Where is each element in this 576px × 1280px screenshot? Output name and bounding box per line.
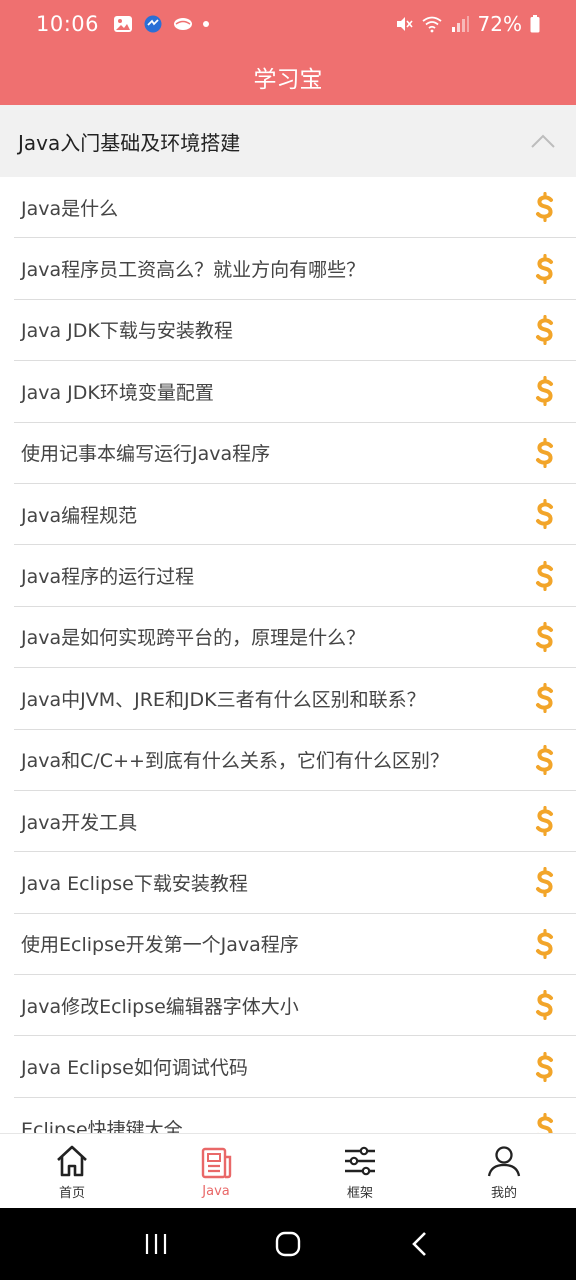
list-item[interactable]: Java程序的运行过程	[14, 545, 576, 607]
section-header[interactable]: Java入门基础及环境搭建	[0, 105, 576, 177]
lesson-list[interactable]: Java是什么 Java程序员工资高么？就业方向有哪些？ Java JDK下载与安装…	[0, 177, 576, 1133]
item-label: Java是什么	[21, 197, 119, 220]
nav-label-java: Java	[202, 1183, 230, 1199]
home-system-button[interactable]	[268, 1224, 308, 1264]
recent-apps-button[interactable]	[136, 1224, 176, 1264]
nav-item-java[interactable]: Java	[144, 1134, 288, 1209]
notification-dot-icon	[203, 21, 210, 27]
dollar-coin-icon	[536, 437, 553, 468]
nav-item-frameworks[interactable]: 框架	[288, 1134, 432, 1209]
list-item[interactable]: Java开发工具	[14, 791, 576, 853]
item-label: Java程序员工资高么？就业方向有哪些？	[21, 259, 366, 282]
chevron-up-icon[interactable]	[530, 133, 556, 149]
item-label: Java中JVM、JRE和JDK三者有什么区别和联系？	[21, 688, 426, 711]
list-item[interactable]: Java程序员工资高么？就业方向有哪些？	[14, 238, 576, 300]
cloud-notification-icon	[174, 18, 193, 30]
list-item[interactable]: Java JDK环境变量配置	[14, 361, 576, 423]
list-item[interactable]: 使用记事本编写运行Java程序	[14, 423, 576, 484]
dollar-coin-icon	[536, 192, 553, 223]
dollar-coin-icon	[536, 867, 553, 898]
list-item[interactable]: Java中JVM、JRE和JDK三者有什么区别和联系？	[14, 668, 576, 730]
dollar-coin-icon	[536, 928, 553, 959]
list-item[interactable]: Java编程规范	[14, 484, 576, 546]
item-label: Java修改Eclipse编辑器字体大小	[21, 995, 299, 1018]
system-nav-bar	[0, 1208, 576, 1280]
status-bar: 10:06 72%	[0, 0, 576, 48]
list-item[interactable]: Java JDK下载与安装教程	[14, 300, 576, 362]
status-right: 72%	[394, 12, 540, 36]
mute-icon	[396, 17, 413, 31]
section-title: Java入门基础及环境搭建	[18, 130, 241, 155]
back-button[interactable]	[400, 1224, 440, 1264]
dollar-coin-icon	[536, 560, 553, 591]
item-label: Java Eclipse如何调试代码	[21, 1057, 248, 1080]
dollar-coin-icon	[536, 314, 553, 345]
list-item[interactable]: 使用Eclipse开发第一个Java程序	[14, 914, 576, 976]
list-item[interactable]: Java Eclipse下载安装教程	[14, 852, 576, 914]
item-label: Java Eclipse下载安装教程	[21, 872, 248, 895]
item-label: Java编程规范	[21, 504, 138, 527]
list-item[interactable]: Java Eclipse如何调试代码	[14, 1036, 576, 1098]
list-item[interactable]: Eclipse快捷键大全	[14, 1098, 576, 1133]
dollar-coin-icon	[536, 621, 553, 652]
nav-label-frameworks: 框架	[346, 1185, 373, 1201]
dollar-coin-icon	[536, 990, 553, 1021]
dollar-coin-icon	[536, 806, 553, 837]
app-title: 学习宝	[253, 66, 323, 93]
item-label: Java JDK下载与安装教程	[21, 320, 233, 343]
list-item[interactable]: Java修改Eclipse编辑器字体大小	[14, 975, 576, 1037]
wifi-icon	[421, 16, 442, 33]
item-label: Java是如何实现跨平台的，原理是什么？	[21, 627, 366, 650]
nav-item-mine[interactable]: 我的	[432, 1134, 576, 1209]
item-label: Java和C/C++到底有什么关系，它们有什么区别？	[21, 750, 449, 773]
dollar-coin-icon	[536, 499, 553, 530]
app-notification-icon	[144, 15, 162, 33]
signal-icon	[451, 16, 469, 32]
gallery-icon	[114, 16, 133, 32]
back-icon	[412, 1232, 426, 1256]
list-item[interactable]: Java和C/C++到底有什么关系，它们有什么区别？	[14, 730, 576, 791]
item-label: Eclipse快捷键大全	[21, 1118, 183, 1133]
status-left: 10:06	[36, 12, 210, 36]
status-time: 10:06	[36, 12, 100, 36]
list-item[interactable]: Java是如何实现跨平台的，原理是什么？	[14, 607, 576, 669]
nav-label-home: 首页	[58, 1185, 85, 1201]
dollar-coin-icon	[536, 253, 553, 284]
list-item[interactable]: Java是什么	[14, 177, 576, 239]
nav-item-home[interactable]: 首页	[0, 1134, 144, 1209]
dollar-coin-icon	[536, 683, 553, 714]
document-icon	[201, 1147, 232, 1178]
person-icon	[487, 1145, 521, 1176]
item-label: Java JDK环境变量配置	[21, 381, 214, 404]
dollar-coin-icon	[536, 1051, 553, 1082]
item-label: 使用记事本编写运行Java程序	[21, 443, 271, 466]
battery-icon	[530, 15, 540, 33]
dollar-coin-icon	[536, 744, 553, 775]
app-root: 10:06 72% 学习宝 Java入门基础及环境搭建 Java是什么 Java…	[0, 0, 576, 1280]
nav-label-mine: 我的	[490, 1185, 517, 1201]
home-icon	[57, 1145, 87, 1176]
recent-apps-icon	[145, 1234, 167, 1254]
bottom-nav: 首页 Java 框架 我的	[0, 1133, 576, 1208]
battery-level: 72%	[477, 12, 522, 36]
dollar-coin-icon	[537, 1113, 553, 1133]
item-label: Java程序的运行过程	[21, 566, 195, 589]
dollar-coin-icon	[536, 376, 553, 407]
app-title-bar: 学习宝	[0, 48, 576, 105]
item-label: 使用Eclipse开发第一个Java程序	[21, 934, 299, 957]
item-label: Java开发工具	[21, 811, 138, 834]
home-system-icon	[275, 1231, 301, 1257]
sliders-icon	[345, 1146, 375, 1175]
